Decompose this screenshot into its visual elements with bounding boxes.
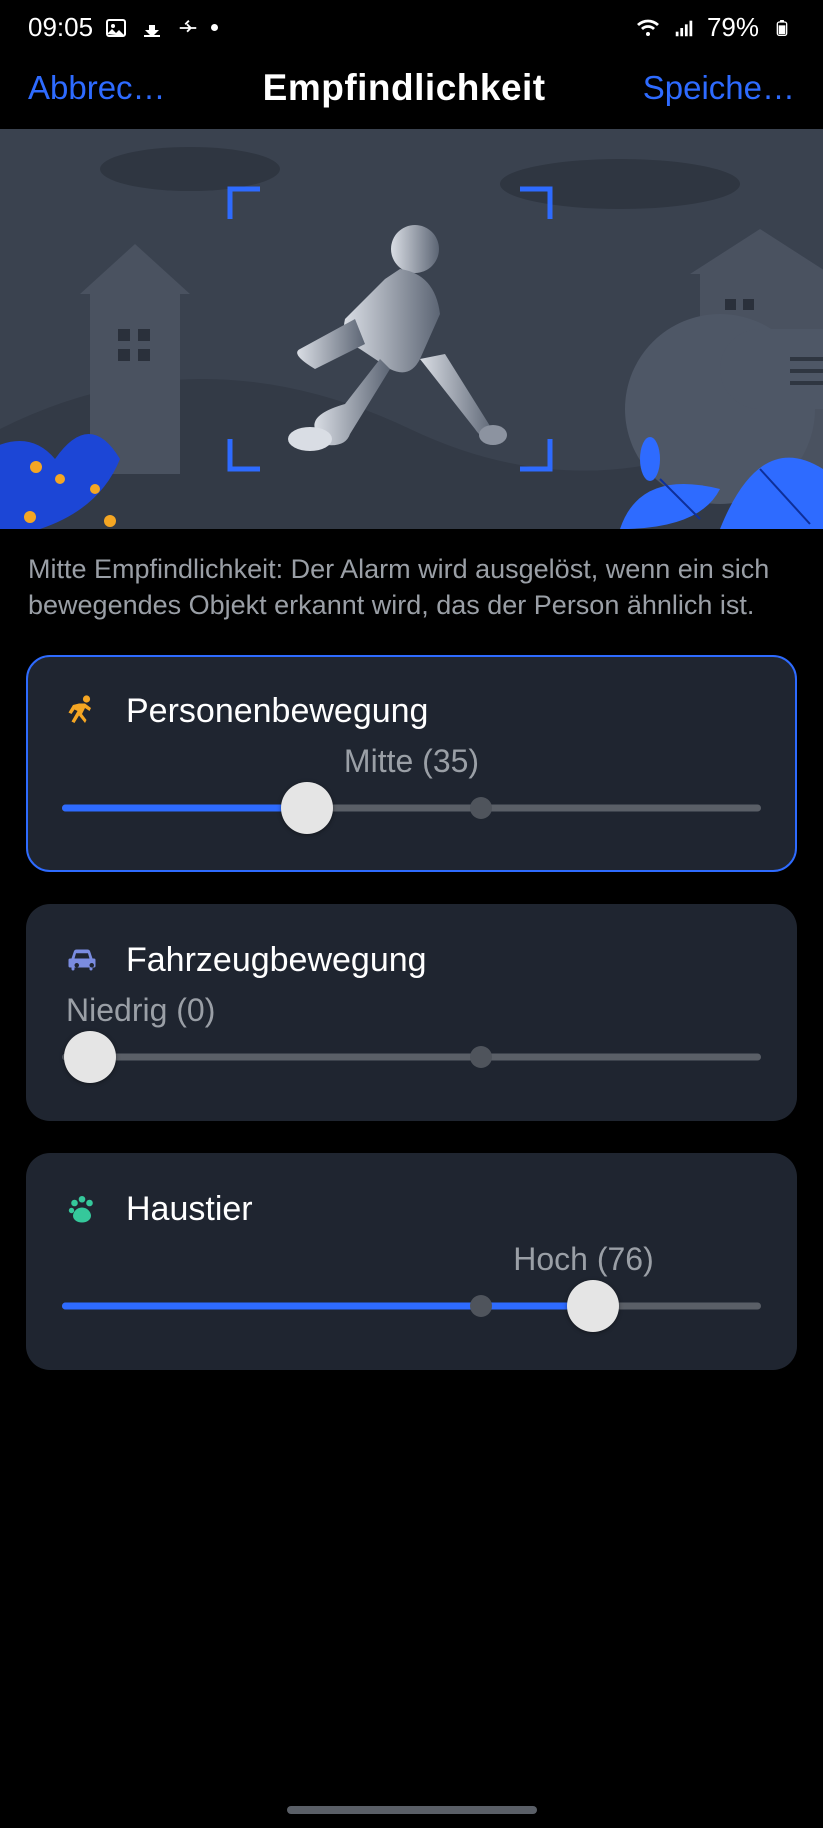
battery-icon: [769, 15, 795, 41]
notification-dot-icon: [211, 24, 218, 31]
status-time: 09:05: [28, 12, 93, 43]
card-title-person: Personenbewegung: [126, 692, 428, 731]
sensitivity-cards: Personenbewegung Mitte (35) Fahrzeugbewe…: [0, 629, 823, 1396]
slider-thumb[interactable]: [64, 1031, 116, 1083]
card-title-vehicle: Fahrzeugbewegung: [126, 941, 427, 980]
status-bar: 09:05 79%: [0, 0, 823, 49]
slider-thumb[interactable]: [567, 1280, 619, 1332]
slider-thumb[interactable]: [281, 782, 333, 834]
slider-fill: [62, 805, 307, 812]
slider-track: [62, 1054, 761, 1061]
cancel-button[interactable]: Abbrec…: [28, 69, 166, 107]
card-vehicle[interactable]: Fahrzeugbewegung Niedrig (0): [26, 904, 797, 1121]
slider-pet[interactable]: [62, 1284, 761, 1328]
download-icon: [139, 15, 165, 41]
person-icon: [62, 691, 102, 731]
slider-value-person: Mitte (35): [62, 743, 761, 780]
pet-icon: [62, 1189, 102, 1229]
picture-icon: [103, 15, 129, 41]
hero-illustration: [0, 129, 823, 529]
slider-vehicle[interactable]: [62, 1035, 761, 1079]
sensitivity-description: Mitte Empfindlichkeit: Der Alarm wird au…: [0, 529, 823, 629]
page-title: Empfindlichkeit: [263, 67, 546, 109]
slider-value-vehicle: Niedrig (0): [62, 992, 761, 1029]
app-header: Abbrec… Empfindlichkeit Speiche…: [0, 49, 823, 129]
signal-icon: [671, 15, 697, 41]
card-title-pet: Haustier: [126, 1190, 253, 1229]
battery-percent: 79%: [707, 12, 759, 43]
screen: 09:05 79% Abbrec…: [0, 0, 823, 1828]
vehicle-icon: [62, 940, 102, 980]
sync-icon: [175, 15, 201, 41]
slider-marker: [470, 797, 492, 819]
slider-marker: [470, 1295, 492, 1317]
card-pet[interactable]: Haustier Hoch (76): [26, 1153, 797, 1370]
card-person[interactable]: Personenbewegung Mitte (35): [26, 655, 797, 872]
slider-fill: [62, 1303, 593, 1310]
slider-person[interactable]: [62, 786, 761, 830]
slider-marker: [470, 1046, 492, 1068]
home-indicator[interactable]: [287, 1806, 537, 1814]
wifi-icon: [635, 15, 661, 41]
slider-value-pet: Hoch (76): [62, 1241, 761, 1278]
save-button[interactable]: Speiche…: [643, 69, 795, 107]
